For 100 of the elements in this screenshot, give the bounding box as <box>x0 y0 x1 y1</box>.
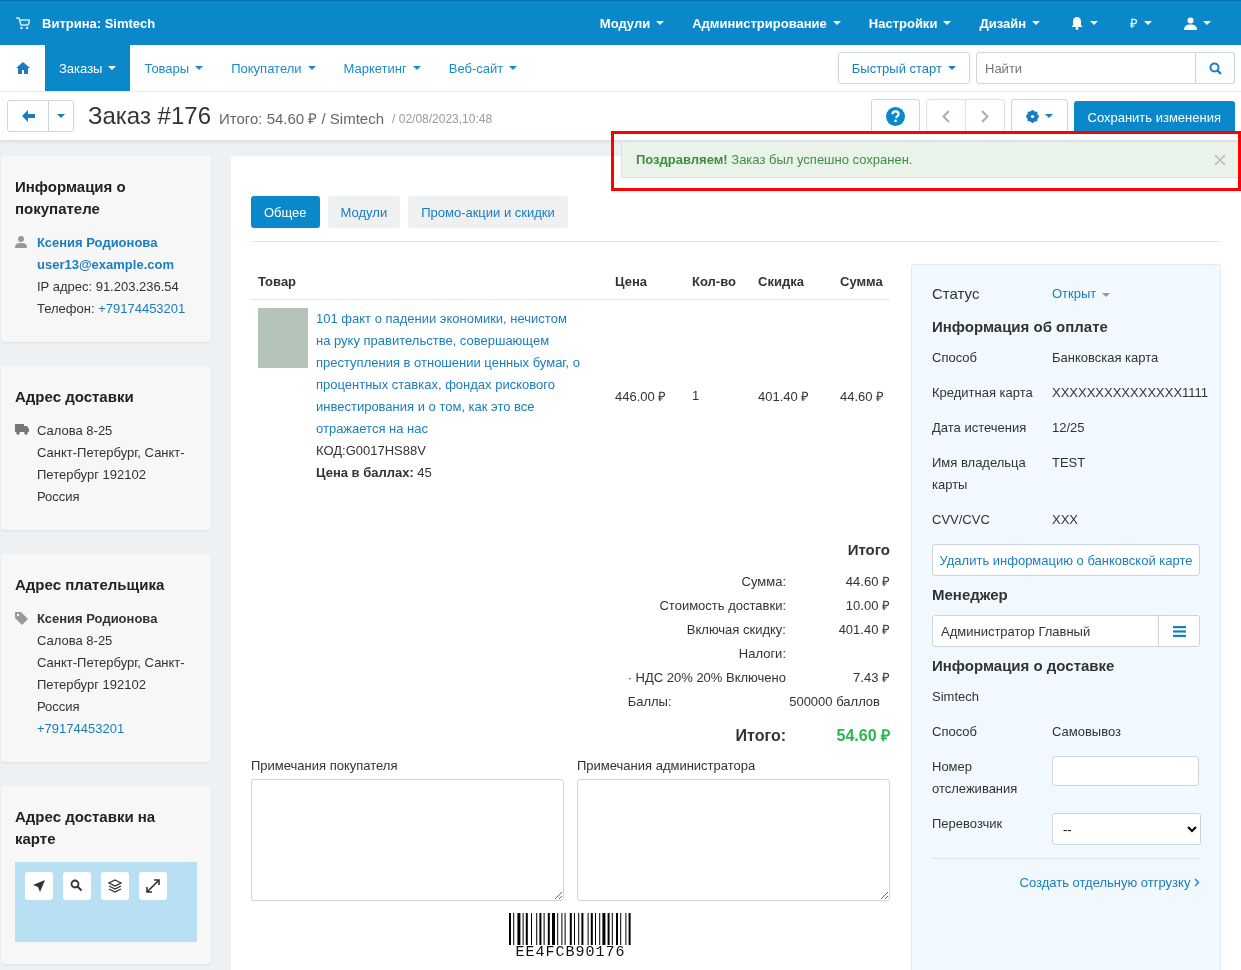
section-tab[interactable]: Модули <box>327 196 401 228</box>
settings-button[interactable] <box>1010 99 1068 133</box>
quick-start-button[interactable]: Быстрый старт <box>837 52 970 84</box>
notes-label: Примечания покупателя <box>251 758 399 773</box>
card-title: Информация о покупателе <box>15 177 127 219</box>
section-tab[interactable]: Промо-акции и скидки <box>408 196 568 228</box>
create-shipment-link[interactable]: Создать отдельную отгрузку <box>1019 875 1200 890</box>
user-icon <box>1184 16 1197 30</box>
field-value: 12/25 <box>1052 419 1086 437</box>
order-title: Заказ #176 <box>88 102 211 130</box>
search-icon <box>70 879 84 893</box>
table-cell-text: 401.40 ₽ <box>757 387 811 406</box>
section-title: Менеджер <box>932 586 1009 603</box>
field-label: Перевозчик <box>932 815 1004 833</box>
field-label: Номер отслеживания <box>932 758 1019 798</box>
total-value: 10.00 ₽ <box>844 597 890 615</box>
column-header: Товар <box>251 268 608 300</box>
tracking-number-field[interactable] <box>1052 756 1199 786</box>
help-button[interactable] <box>870 99 920 133</box>
field-value: TEST <box>1052 454 1087 472</box>
shipping-company: Simtech <box>932 688 980 706</box>
address-line: Россия <box>37 488 81 506</box>
notes-label: Примечания администратора <box>577 758 757 773</box>
phone-link[interactable]: +79174453201 <box>37 718 197 740</box>
ip-address: IP адрес: 91.203.236.54 <box>37 278 180 296</box>
alert-message: Поздравляем! Заказ был успешно сохранен. <box>636 152 914 167</box>
address-line: Салова 8-25 <box>37 422 114 440</box>
field-value: Банковская карта <box>1052 349 1160 367</box>
total-label: Сумма: <box>740 573 786 591</box>
store-title: Витрина: Simtech <box>42 15 156 31</box>
locate-button[interactable] <box>25 872 53 900</box>
top-menu-item[interactable]: Администрирование <box>678 15 855 31</box>
customer-name-link[interactable]: Ксения Родионова <box>37 232 197 254</box>
totals-title: Итого <box>847 541 890 558</box>
top-menu-item[interactable]: Дизайн <box>965 15 1054 31</box>
tag-icon <box>15 612 28 625</box>
layers-button[interactable] <box>101 872 129 900</box>
notes-field[interactable] <box>251 779 564 901</box>
close-icon <box>1214 153 1226 166</box>
currency-menu[interactable]: ₽ <box>1114 14 1168 32</box>
arrow-left-icon <box>21 110 35 122</box>
menu-icon <box>1172 625 1186 637</box>
product-code: КОД:G0017HS88V <box>316 442 427 460</box>
carrier-select[interactable]: -- <box>1052 813 1201 845</box>
status-dropdown[interactable]: Открыт <box>1052 283 1200 305</box>
field-label: Способ <box>932 723 978 741</box>
home-icon <box>15 62 30 74</box>
table-cell-text: 446.00 ₽ <box>614 387 668 406</box>
total-label: Налоги: <box>737 645 786 663</box>
notes-field[interactable] <box>577 779 890 901</box>
total-value: 401.40 ₽ <box>837 621 890 639</box>
arrow-icon <box>32 879 46 893</box>
address-line: Россия <box>37 698 81 716</box>
phone-link[interactable]: +79174453201 <box>98 301 186 316</box>
top-menu-item[interactable]: Настройки <box>854 15 966 31</box>
nav-tab[interactable]: Товары <box>130 45 218 91</box>
total-label: Итого: <box>734 726 786 746</box>
nav-tab[interactable]: Веб-сайт <box>434 45 532 91</box>
person-icon <box>15 236 27 248</box>
field-label: Имя владельца карты <box>932 454 1027 494</box>
save-changes-button[interactable]: Сохранить изменения <box>1073 101 1235 133</box>
address-line: Санкт-Петербург, Санкт-Петербург 192102 <box>37 444 186 484</box>
column-header: Кол-во <box>685 268 751 300</box>
card-title: Адрес доставки на карте <box>15 807 157 849</box>
search-button[interactable] <box>63 872 91 900</box>
nav-tab[interactable]: Покупатели <box>217 45 330 91</box>
help-icon <box>885 106 905 126</box>
search-field[interactable]: Найти <box>976 52 1196 84</box>
section-tab[interactable]: Общее <box>251 196 320 228</box>
total-label: · НДС 20% 20% Включено <box>627 669 786 687</box>
truck-icon <box>15 424 29 435</box>
fullscreen-button[interactable] <box>139 872 167 900</box>
nav-tab[interactable]: Маркетинг <box>329 45 435 91</box>
expand-icon <box>146 879 160 893</box>
address-line: Санкт-Петербург, Санкт-Петербург 192102 <box>37 654 186 694</box>
column-header: Сумма <box>833 268 890 300</box>
delete-card-info-button[interactable]: Удалить информацию о банковской карте <box>932 544 1200 576</box>
order-summary: Итого: 54.60 ₽ / Simtech <box>219 109 385 128</box>
photo-placeholder <box>258 308 308 368</box>
table-cell-text: 1 <box>691 387 701 405</box>
layers-icon <box>108 879 122 893</box>
field-label: Дата истечения <box>932 419 1028 437</box>
field-label: CVV/CVC <box>932 511 991 529</box>
barcode-number: EE4FCB90176 <box>515 945 626 961</box>
table-cell-text: 44.60 ₽ <box>839 387 886 406</box>
chevron-left-icon <box>941 109 950 123</box>
top-menu-item[interactable]: Модули <box>585 15 679 31</box>
points-price: Цена в баллах: 45 <box>316 464 433 482</box>
total-value: 44.60 ₽ <box>844 573 890 591</box>
total-label: Включая скидку: <box>685 621 786 639</box>
field-label: Кредитная карта <box>932 384 1034 402</box>
search-icon <box>1208 61 1222 75</box>
total-value: 54.60 ₽ <box>835 726 890 746</box>
email-link[interactable]: user13@example.com <box>37 254 197 276</box>
total-label: Баллы: <box>627 693 673 711</box>
product-link[interactable]: 101 факт о падении экономики, нечистом на руку правительстве, совершающем преступления в отношении ценных бумаг, о процентных ставках, фондах рискового инвестирования и о том, как это все отражается на нас <box>316 308 581 440</box>
total-value: 500000 баллов <box>788 693 881 711</box>
manager-field[interactable]: Администратор Главный <box>932 615 1200 647</box>
section-title: Информация о доставке <box>932 657 1116 674</box>
nav-tab[interactable]: Заказы <box>45 45 131 91</box>
